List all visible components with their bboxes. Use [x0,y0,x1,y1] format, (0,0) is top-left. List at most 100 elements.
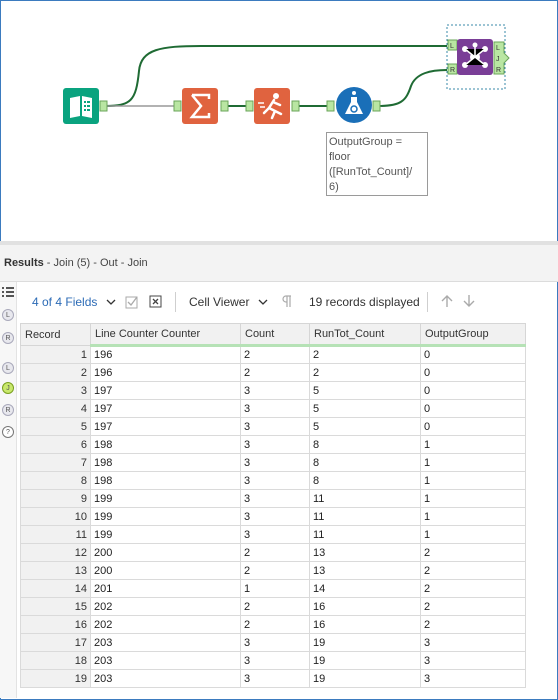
table-cell[interactable]: 198 [90,471,241,490]
table-cell[interactable]: 1 [240,579,310,598]
record-number-cell[interactable]: 10 [20,507,91,526]
table-cell[interactable]: 2 [420,615,526,634]
table-cell[interactable]: 2 [309,363,421,382]
table-cell[interactable]: 3 [240,453,310,472]
table-cell[interactable]: 5 [309,399,421,418]
table-cell[interactable]: 2 [309,345,421,364]
table-cell[interactable]: 1 [420,525,526,544]
table-cell[interactable]: 3 [420,669,526,688]
table-cell[interactable]: 2 [240,615,310,634]
input-anchor[interactable] [326,100,336,112]
check-icon[interactable] [125,295,139,309]
right-output-badge[interactable]: R [2,404,14,416]
table-row[interactable]: 9 199 3 11 1 [20,489,526,508]
record-number-cell[interactable]: 6 [20,435,91,454]
table-row[interactable]: 12 200 2 13 2 [20,543,526,562]
table-cell[interactable]: 0 [420,363,526,382]
table-cell[interactable]: 200 [90,561,241,580]
table-cell[interactable]: 19 [309,669,421,688]
table-cell[interactable]: 199 [90,525,241,544]
table-cell[interactable]: 3 [240,471,310,490]
right-anchor-badge[interactable]: R [2,332,14,344]
table-cell[interactable]: 203 [90,669,241,688]
close-icon[interactable] [149,295,163,309]
column-header-line-counter-counter[interactable]: Line Counter Counter [90,323,241,347]
help-icon[interactable]: ? [2,426,14,438]
table-row[interactable]: 15 202 2 16 2 [20,597,526,616]
running-total-tool[interactable] [254,88,290,124]
table-cell[interactable]: 203 [90,651,241,670]
table-cell[interactable]: 3 [240,399,310,418]
left-output-badge[interactable]: L [2,362,14,374]
table-row[interactable]: 16 202 2 16 2 [20,615,526,634]
table-cell[interactable]: 5 [309,381,421,400]
table-cell[interactable]: 19 [309,633,421,652]
join-output-anchors[interactable]: L J R [493,41,511,75]
table-cell[interactable]: 1 [420,489,526,508]
table-cell[interactable]: 11 [309,489,421,508]
table-row[interactable]: 18 203 3 19 3 [20,651,526,670]
table-cell[interactable]: 14 [309,579,421,598]
record-number-cell[interactable]: 17 [20,633,91,652]
table-cell[interactable]: 196 [90,345,241,364]
left-anchor-badge[interactable]: L [2,309,14,321]
table-cell[interactable]: 3 [240,525,310,544]
table-cell[interactable]: 197 [90,417,241,436]
table-cell[interactable]: 203 [90,633,241,652]
table-cell[interactable]: 200 [90,543,241,562]
join-tool[interactable] [457,39,493,75]
table-cell[interactable]: 11 [309,525,421,544]
arrow-down-icon[interactable] [463,294,475,308]
table-cell[interactable]: 3 [420,651,526,670]
table-row[interactable]: 7 198 3 8 1 [20,453,526,472]
record-number-cell[interactable]: 1 [20,345,91,364]
table-cell[interactable]: 16 [309,597,421,616]
output-anchor[interactable] [99,100,109,112]
record-number-cell[interactable]: 13 [20,561,91,580]
record-number-cell[interactable]: 11 [20,525,91,544]
input-data-tool[interactable] [63,88,99,124]
table-cell[interactable]: 19 [309,651,421,670]
output-anchor[interactable] [372,100,382,112]
table-cell[interactable]: 11 [309,507,421,526]
table-row[interactable]: 14 201 1 14 2 [20,579,526,598]
record-number-cell[interactable]: 18 [20,651,91,670]
table-cell[interactable]: 2 [240,543,310,562]
table-cell[interactable]: 2 [240,363,310,382]
table-cell[interactable]: 8 [309,471,421,490]
table-row[interactable]: 2 196 2 2 0 [20,363,526,382]
table-cell[interactable]: 197 [90,399,241,418]
table-cell[interactable]: 8 [309,435,421,454]
table-row[interactable]: 3 197 3 5 0 [20,381,526,400]
table-row[interactable]: 19 203 3 19 3 [20,669,526,688]
table-cell[interactable]: 13 [309,561,421,580]
table-cell[interactable]: 1 [420,435,526,454]
table-cell[interactable]: 2 [420,543,526,562]
table-cell[interactable]: 1 [420,471,526,490]
table-cell[interactable]: 1 [420,507,526,526]
record-number-cell[interactable]: 4 [20,399,91,418]
results-grid[interactable]: Record Line Counter Counter Count RunTot… [20,323,526,688]
output-anchor[interactable] [291,100,301,112]
table-cell[interactable]: 3 [240,633,310,652]
table-cell[interactable]: 2 [240,561,310,580]
table-cell[interactable]: 0 [420,345,526,364]
table-cell[interactable]: 3 [240,381,310,400]
table-row[interactable]: 4 197 3 5 0 [20,399,526,418]
table-cell[interactable]: 196 [90,363,241,382]
table-cell[interactable]: 2 [240,597,310,616]
table-cell[interactable]: 202 [90,615,241,634]
workflow-canvas[interactable]: L R L J R OutputGroup = floor ([RunTot_C… [1,1,557,241]
table-cell[interactable]: 0 [420,417,526,436]
record-number-cell[interactable]: 12 [20,543,91,562]
record-number-cell[interactable]: 16 [20,615,91,634]
column-header-outputgroup[interactable]: OutputGroup [420,323,526,347]
table-row[interactable]: 17 203 3 19 3 [20,633,526,652]
column-header-count[interactable]: Count [240,323,310,347]
fields-selector[interactable]: 4 of 4 Fields [32,295,116,309]
table-cell[interactable]: 2 [420,579,526,598]
table-cell[interactable]: 0 [420,381,526,400]
summarize-tool[interactable] [182,88,218,124]
table-row[interactable]: 1 196 2 2 0 [20,345,526,364]
table-cell[interactable]: 198 [90,453,241,472]
